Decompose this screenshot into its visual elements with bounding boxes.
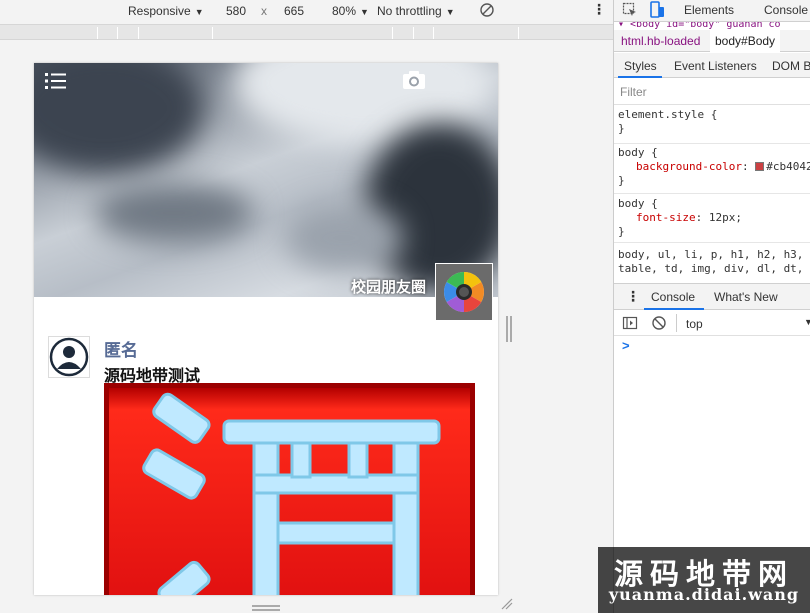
rule-close: } bbox=[618, 225, 625, 238]
ruler-tick bbox=[138, 27, 139, 39]
zoom-label: 80% bbox=[332, 4, 357, 18]
prop-colon: : bbox=[695, 211, 709, 224]
camera-icon[interactable] bbox=[402, 69, 426, 91]
resize-handle-bottom[interactable] bbox=[252, 601, 280, 611]
styles-filter-input[interactable]: Filter bbox=[620, 85, 647, 99]
ruler-tick bbox=[433, 27, 434, 39]
tab-drawer-console[interactable]: Console bbox=[651, 290, 695, 304]
width-input[interactable]: 580 bbox=[226, 3, 246, 19]
prop-name[interactable]: background-color bbox=[636, 160, 742, 173]
rule-selector: element.style { bbox=[618, 108, 718, 121]
ruler-tick bbox=[413, 27, 414, 39]
ruler-tick bbox=[518, 27, 519, 39]
tab-console[interactable]: Console bbox=[764, 3, 808, 17]
height-input[interactable]: 665 bbox=[284, 3, 304, 19]
breadcrumb-body[interactable]: body#Body bbox=[710, 30, 781, 52]
style-rule-body-font[interactable]: body { font-size: 12px; } bbox=[614, 197, 810, 243]
post-image[interactable] bbox=[104, 383, 475, 595]
console-prompt[interactable]: > bbox=[622, 338, 630, 353]
style-rule-reset[interactable]: body, ul, li, p, h1, h2, h3, table, td, … bbox=[614, 248, 810, 282]
tab-styles[interactable]: Styles bbox=[624, 59, 657, 73]
caret-down-icon: ▼ bbox=[194, 7, 204, 17]
rule-selector: body { bbox=[618, 146, 658, 159]
divider bbox=[614, 104, 810, 105]
ruler-tick bbox=[212, 27, 213, 39]
device-toolbar: Responsive ▼ 580 x 665 80% ▼ No throttling… bbox=[0, 0, 613, 22]
blur-shape bbox=[94, 183, 254, 243]
device-select[interactable]: Responsive ▼ bbox=[128, 3, 204, 19]
throttling-select[interactable]: No throttling ▼ bbox=[377, 3, 455, 19]
rule-close: } bbox=[618, 122, 625, 135]
prop-value[interactable]: 12px; bbox=[709, 211, 742, 224]
breadcrumb: html.hb-loaded body#Body bbox=[614, 30, 810, 52]
cover-image: 校园朋友圈 bbox=[34, 63, 498, 297]
color-swatch-icon[interactable] bbox=[755, 162, 765, 171]
ruler-tick bbox=[117, 27, 118, 39]
console-context-select[interactable]: top bbox=[686, 317, 703, 331]
prop-name[interactable]: font-size bbox=[636, 211, 696, 224]
zoom-select[interactable]: 80% ▼ bbox=[332, 3, 369, 19]
resize-corner-icon[interactable] bbox=[501, 598, 513, 610]
dimension-separator: x bbox=[261, 4, 267, 18]
prop-colon: : bbox=[741, 160, 756, 173]
phone-viewport: 校园朋友圈 匿名 源码地带测试 bbox=[34, 63, 498, 595]
breadcrumb-html[interactable]: html.hb-loaded bbox=[621, 34, 700, 48]
device-select-label: Responsive bbox=[128, 4, 191, 18]
more-options-icon[interactable]: ⋮ bbox=[592, 1, 606, 17]
tab-dom-breakpoints[interactable]: DOM B bbox=[772, 59, 810, 73]
ruler-tick bbox=[97, 27, 98, 39]
console-toolbar: top ▼ bbox=[614, 310, 810, 336]
tab-event-listeners[interactable]: Event Listeners bbox=[674, 59, 757, 73]
throttling-label: No throttling bbox=[377, 4, 442, 18]
dom-tree-peek[interactable]: ▾ <body id="body" guanan co bbox=[614, 22, 810, 30]
devtools-tabbar: Elements Console bbox=[614, 0, 810, 22]
rule-selector: table, td, img, div, dl, dt, bbox=[618, 262, 804, 275]
caret-down-icon: ▼ bbox=[445, 7, 455, 17]
cover-title: 校园朋友圈 bbox=[350, 279, 426, 296]
blur-shape bbox=[284, 203, 404, 273]
device-toggle-icon[interactable] bbox=[648, 1, 666, 22]
rotate-icon[interactable] bbox=[479, 2, 495, 18]
rule-selector: body, ul, li, p, h1, h2, h3, bbox=[618, 248, 804, 261]
aperture-icon[interactable] bbox=[435, 263, 493, 321]
tab-elements[interactable]: Elements bbox=[684, 3, 734, 17]
inspect-icon[interactable] bbox=[622, 2, 638, 21]
sidebar-toggle-icon[interactable] bbox=[622, 315, 638, 334]
caret-down-icon[interactable]: ▼ bbox=[804, 317, 810, 327]
watermark: 源码地带网 yuanma.didai.wang bbox=[598, 547, 810, 613]
rule-close: } bbox=[618, 174, 625, 187]
prop-value[interactable]: #cb4042 bbox=[766, 160, 810, 173]
caret-down-icon: ▼ bbox=[360, 7, 369, 17]
rule-selector: body { bbox=[618, 197, 658, 210]
user-avatar-icon[interactable] bbox=[48, 336, 90, 378]
tab-whats-new[interactable]: What's New bbox=[714, 290, 778, 304]
clear-console-icon[interactable] bbox=[651, 315, 667, 334]
watermark-url: yuanma.didai.wang bbox=[608, 585, 800, 604]
styles-subtabs: Styles Event Listeners DOM B bbox=[614, 53, 810, 78]
devtools-panel: Elements Console ▾ <body id="body" guana… bbox=[613, 0, 810, 613]
list-icon[interactable] bbox=[44, 71, 68, 91]
divider bbox=[676, 314, 677, 332]
ruler-tick bbox=[392, 27, 393, 39]
drawer-menu-icon[interactable]: ⋮ bbox=[626, 288, 640, 305]
media-query-ruler[interactable] bbox=[0, 24, 613, 40]
post-author[interactable]: 匿名 bbox=[104, 336, 138, 361]
style-rule-body-bg[interactable]: body { background-color: #cb4042 } bbox=[614, 146, 810, 194]
style-rule-element[interactable]: element.style { } bbox=[614, 108, 810, 144]
active-tab-indicator bbox=[618, 76, 662, 78]
drawer-tabbar: ⋮ Console What's New bbox=[614, 283, 810, 310]
resize-handle-right[interactable] bbox=[505, 316, 513, 342]
device-emulation-area: Responsive ▼ 580 x 665 80% ▼ No throttling… bbox=[0, 0, 613, 613]
